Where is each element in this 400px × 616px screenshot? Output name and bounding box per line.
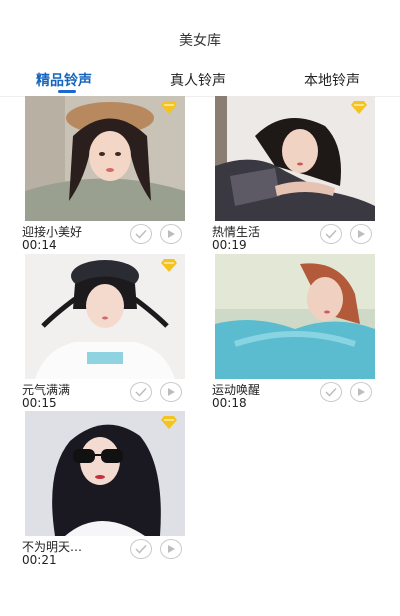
ringtone-duration: 00:19 xyxy=(212,238,247,252)
play-button[interactable] xyxy=(160,382,182,402)
ringtone-card: 迎接小美好 00:14 xyxy=(22,96,185,254)
diamond-icon xyxy=(351,101,367,114)
play-icon xyxy=(168,545,175,553)
tab-premium-ringtones[interactable]: 精品铃声 xyxy=(36,70,92,90)
ringtone-card: 热情生活 00:19 xyxy=(212,96,375,254)
ringtone-duration: 00:15 xyxy=(22,396,57,410)
set-ringtone-button[interactable] xyxy=(320,224,342,244)
active-tab-indicator xyxy=(58,90,76,93)
diamond-icon xyxy=(161,101,177,114)
set-ringtone-button[interactable] xyxy=(130,539,152,559)
ringtone-thumbnail[interactable] xyxy=(25,96,185,221)
ringtone-duration: 00:14 xyxy=(22,238,57,252)
set-ringtone-button[interactable] xyxy=(320,382,342,402)
ringtone-thumbnail[interactable] xyxy=(25,411,185,536)
play-icon xyxy=(358,388,365,396)
check-icon xyxy=(135,229,147,239)
ringtone-thumbnail[interactable] xyxy=(215,254,375,379)
ringtone-card: 运动唤醒 00:18 xyxy=(212,254,375,412)
check-icon xyxy=(135,544,147,554)
app-header: 美女库 xyxy=(0,0,400,62)
diamond-icon xyxy=(161,416,177,429)
ringtone-duration: 00:18 xyxy=(212,396,247,410)
set-ringtone-button[interactable] xyxy=(130,224,152,244)
set-ringtone-button[interactable] xyxy=(130,382,152,402)
tab-bar: 精品铃声 真人铃声 本地铃声 xyxy=(0,62,400,97)
photo-image xyxy=(215,254,375,379)
ringtone-thumbnail[interactable] xyxy=(25,254,185,379)
ringtone-thumbnail[interactable] xyxy=(215,96,375,221)
check-icon xyxy=(135,387,147,397)
page-title: 美女库 xyxy=(179,33,221,49)
ringtone-card: 元气满满 00:15 xyxy=(22,254,185,412)
ringtone-card: 不为明天… 00:21 xyxy=(22,411,185,569)
play-button[interactable] xyxy=(160,539,182,559)
diamond-icon xyxy=(161,259,177,272)
play-button[interactable] xyxy=(350,382,372,402)
play-button[interactable] xyxy=(160,224,182,244)
tab-real-person-ringtones[interactable]: 真人铃声 xyxy=(170,70,226,90)
play-icon xyxy=(358,230,365,238)
play-icon xyxy=(168,230,175,238)
play-icon xyxy=(168,388,175,396)
check-icon xyxy=(325,387,337,397)
ringtone-duration: 00:21 xyxy=(22,553,57,567)
tab-local-ringtones[interactable]: 本地铃声 xyxy=(304,70,360,90)
play-button[interactable] xyxy=(350,224,372,244)
check-icon xyxy=(325,229,337,239)
